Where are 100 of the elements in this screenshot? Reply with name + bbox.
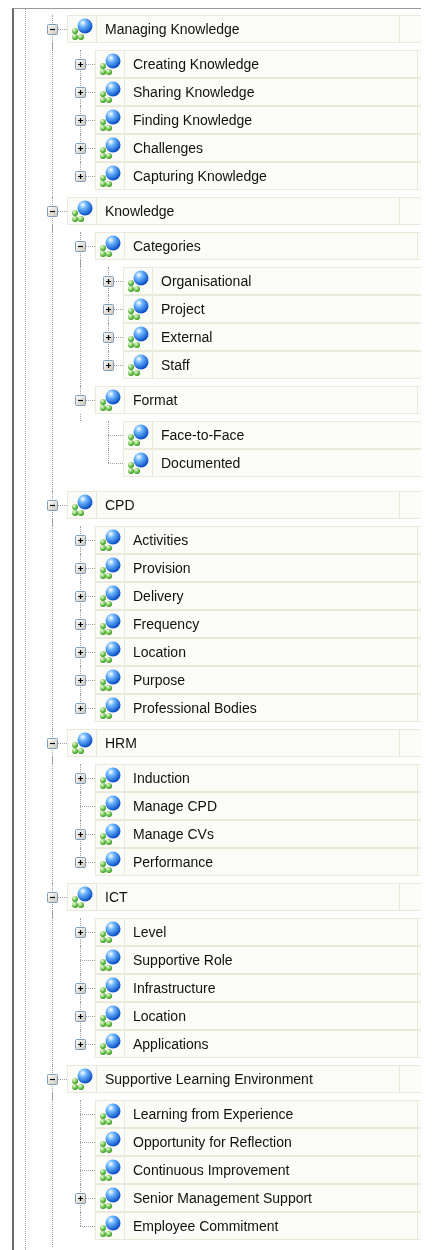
expand-toggle[interactable] [75,590,86,602]
expand-toggle[interactable] [47,499,58,511]
node-label[interactable]: Documented [161,455,241,471]
node-label[interactable]: Performance [133,854,214,870]
expand-toggle[interactable] [75,1038,86,1050]
node-label[interactable]: Purpose [133,672,186,688]
node-label[interactable]: Continuous Improvement [133,1162,290,1178]
node-label[interactable]: Provision [133,560,191,576]
node-cluster-icon [98,976,122,1000]
node-label[interactable]: Supportive Learning Environment [105,1071,313,1087]
node-cluster-icon [98,1004,122,1028]
expand-toggle[interactable] [75,772,86,784]
expand-toggle[interactable] [47,1073,58,1085]
node-cluster-icon [126,269,150,293]
node-cluster-icon [70,199,94,223]
expand-toggle[interactable] [103,331,114,343]
node-label[interactable]: Knowledge [105,203,175,219]
node-cluster-icon [98,234,122,258]
node-label[interactable]: Manage CVs [133,826,214,842]
expand-toggle[interactable] [75,86,86,98]
node-cluster-icon [70,1067,94,1091]
node-label[interactable]: Activities [133,532,189,548]
node-cluster-icon [126,451,150,475]
expand-toggle[interactable] [103,275,114,287]
expand-toggle[interactable] [103,303,114,315]
node-cluster-icon [98,136,122,160]
node-cluster-icon [98,584,122,608]
expand-toggle[interactable] [75,982,86,994]
expand-toggle[interactable] [75,394,86,406]
node-label[interactable]: HRM [105,735,137,751]
node-cluster-icon [126,423,150,447]
expand-toggle[interactable] [75,828,86,840]
expand-toggle[interactable] [75,562,86,574]
expand-toggle[interactable] [75,702,86,714]
node-cluster-icon [98,1032,122,1056]
node-cluster-icon [70,17,94,41]
node-cluster-icon [98,696,122,720]
node-label[interactable]: Supportive Role [133,952,233,968]
expand-toggle[interactable] [75,1192,86,1204]
node-cluster-icon [98,1130,122,1154]
expand-toggle[interactable] [75,534,86,546]
node-label[interactable]: Organisational [161,273,252,289]
node-label[interactable]: Employee Commitment [133,1218,279,1234]
expand-toggle[interactable] [75,856,86,868]
expand-toggle[interactable] [75,926,86,938]
node-label[interactable]: Applications [133,1036,209,1052]
node-label[interactable]: Categories [133,238,201,254]
node-label[interactable]: External [161,329,213,345]
node-cluster-icon [98,822,122,846]
node-label[interactable]: Staff [161,357,190,373]
node-label[interactable]: Face-to-Face [161,427,245,443]
node-cluster-icon [70,885,94,909]
expand-toggle[interactable] [75,646,86,658]
expand-toggle[interactable] [75,618,86,630]
node-label[interactable]: Frequency [133,616,200,632]
node-cluster-icon [98,164,122,188]
expand-toggle[interactable] [75,58,86,70]
node-label[interactable]: Location [133,644,186,660]
node-cluster-icon [98,766,122,790]
node-cluster-icon [98,948,122,972]
node-cluster-icon [70,731,94,755]
node-label[interactable]: Infrastructure [133,980,216,996]
node-cluster-icon [98,1102,122,1126]
node-label[interactable]: Format [133,392,178,408]
node-label[interactable]: Location [133,1008,186,1024]
expand-toggle[interactable] [47,23,58,35]
expand-toggle[interactable] [103,359,114,371]
node-cluster-icon [98,1186,122,1210]
node-cluster-icon [98,556,122,580]
node-cluster-icon [98,528,122,552]
expand-toggle[interactable] [75,674,86,686]
node-cluster-icon [98,52,122,76]
node-label[interactable]: Finding Knowledge [133,112,253,128]
expand-toggle[interactable] [47,205,58,217]
node-cluster-icon [126,297,150,321]
node-cluster-icon [98,794,122,818]
node-label[interactable]: Sharing Knowledge [133,84,255,100]
node-label[interactable]: Project [161,301,205,317]
expand-toggle[interactable] [75,240,86,252]
node-label[interactable]: Induction [133,770,190,786]
expand-toggle[interactable] [47,737,58,749]
node-label[interactable]: Capturing Knowledge [133,168,267,184]
node-label[interactable]: Opportunity for Reflection [133,1134,292,1150]
expand-toggle[interactable] [47,891,58,903]
node-label[interactable]: Learning from Experience [133,1106,294,1122]
node-label[interactable]: Level [133,924,167,940]
node-label[interactable]: Manage CPD [133,798,218,814]
node-label[interactable]: Creating Knowledge [133,56,260,72]
expand-toggle[interactable] [75,170,86,182]
node-label[interactable]: Challenges [133,140,204,156]
node-label[interactable]: Delivery [133,588,184,604]
expand-toggle[interactable] [75,142,86,154]
node-label[interactable]: Senior Management Support [133,1190,312,1206]
node-label[interactable]: CPD [105,497,135,513]
expand-toggle[interactable] [75,114,86,126]
expand-toggle[interactable] [75,1010,86,1022]
node-label[interactable]: Managing Knowledge [105,21,240,37]
node-label[interactable]: ICT [105,889,128,905]
node-cluster-icon [98,80,122,104]
node-label[interactable]: Professional Bodies [133,700,257,716]
